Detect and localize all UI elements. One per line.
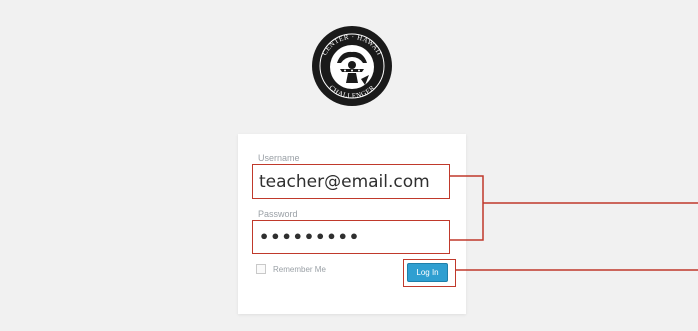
callout-bracket-fields [450, 175, 484, 241]
callout-lines [450, 175, 698, 271]
